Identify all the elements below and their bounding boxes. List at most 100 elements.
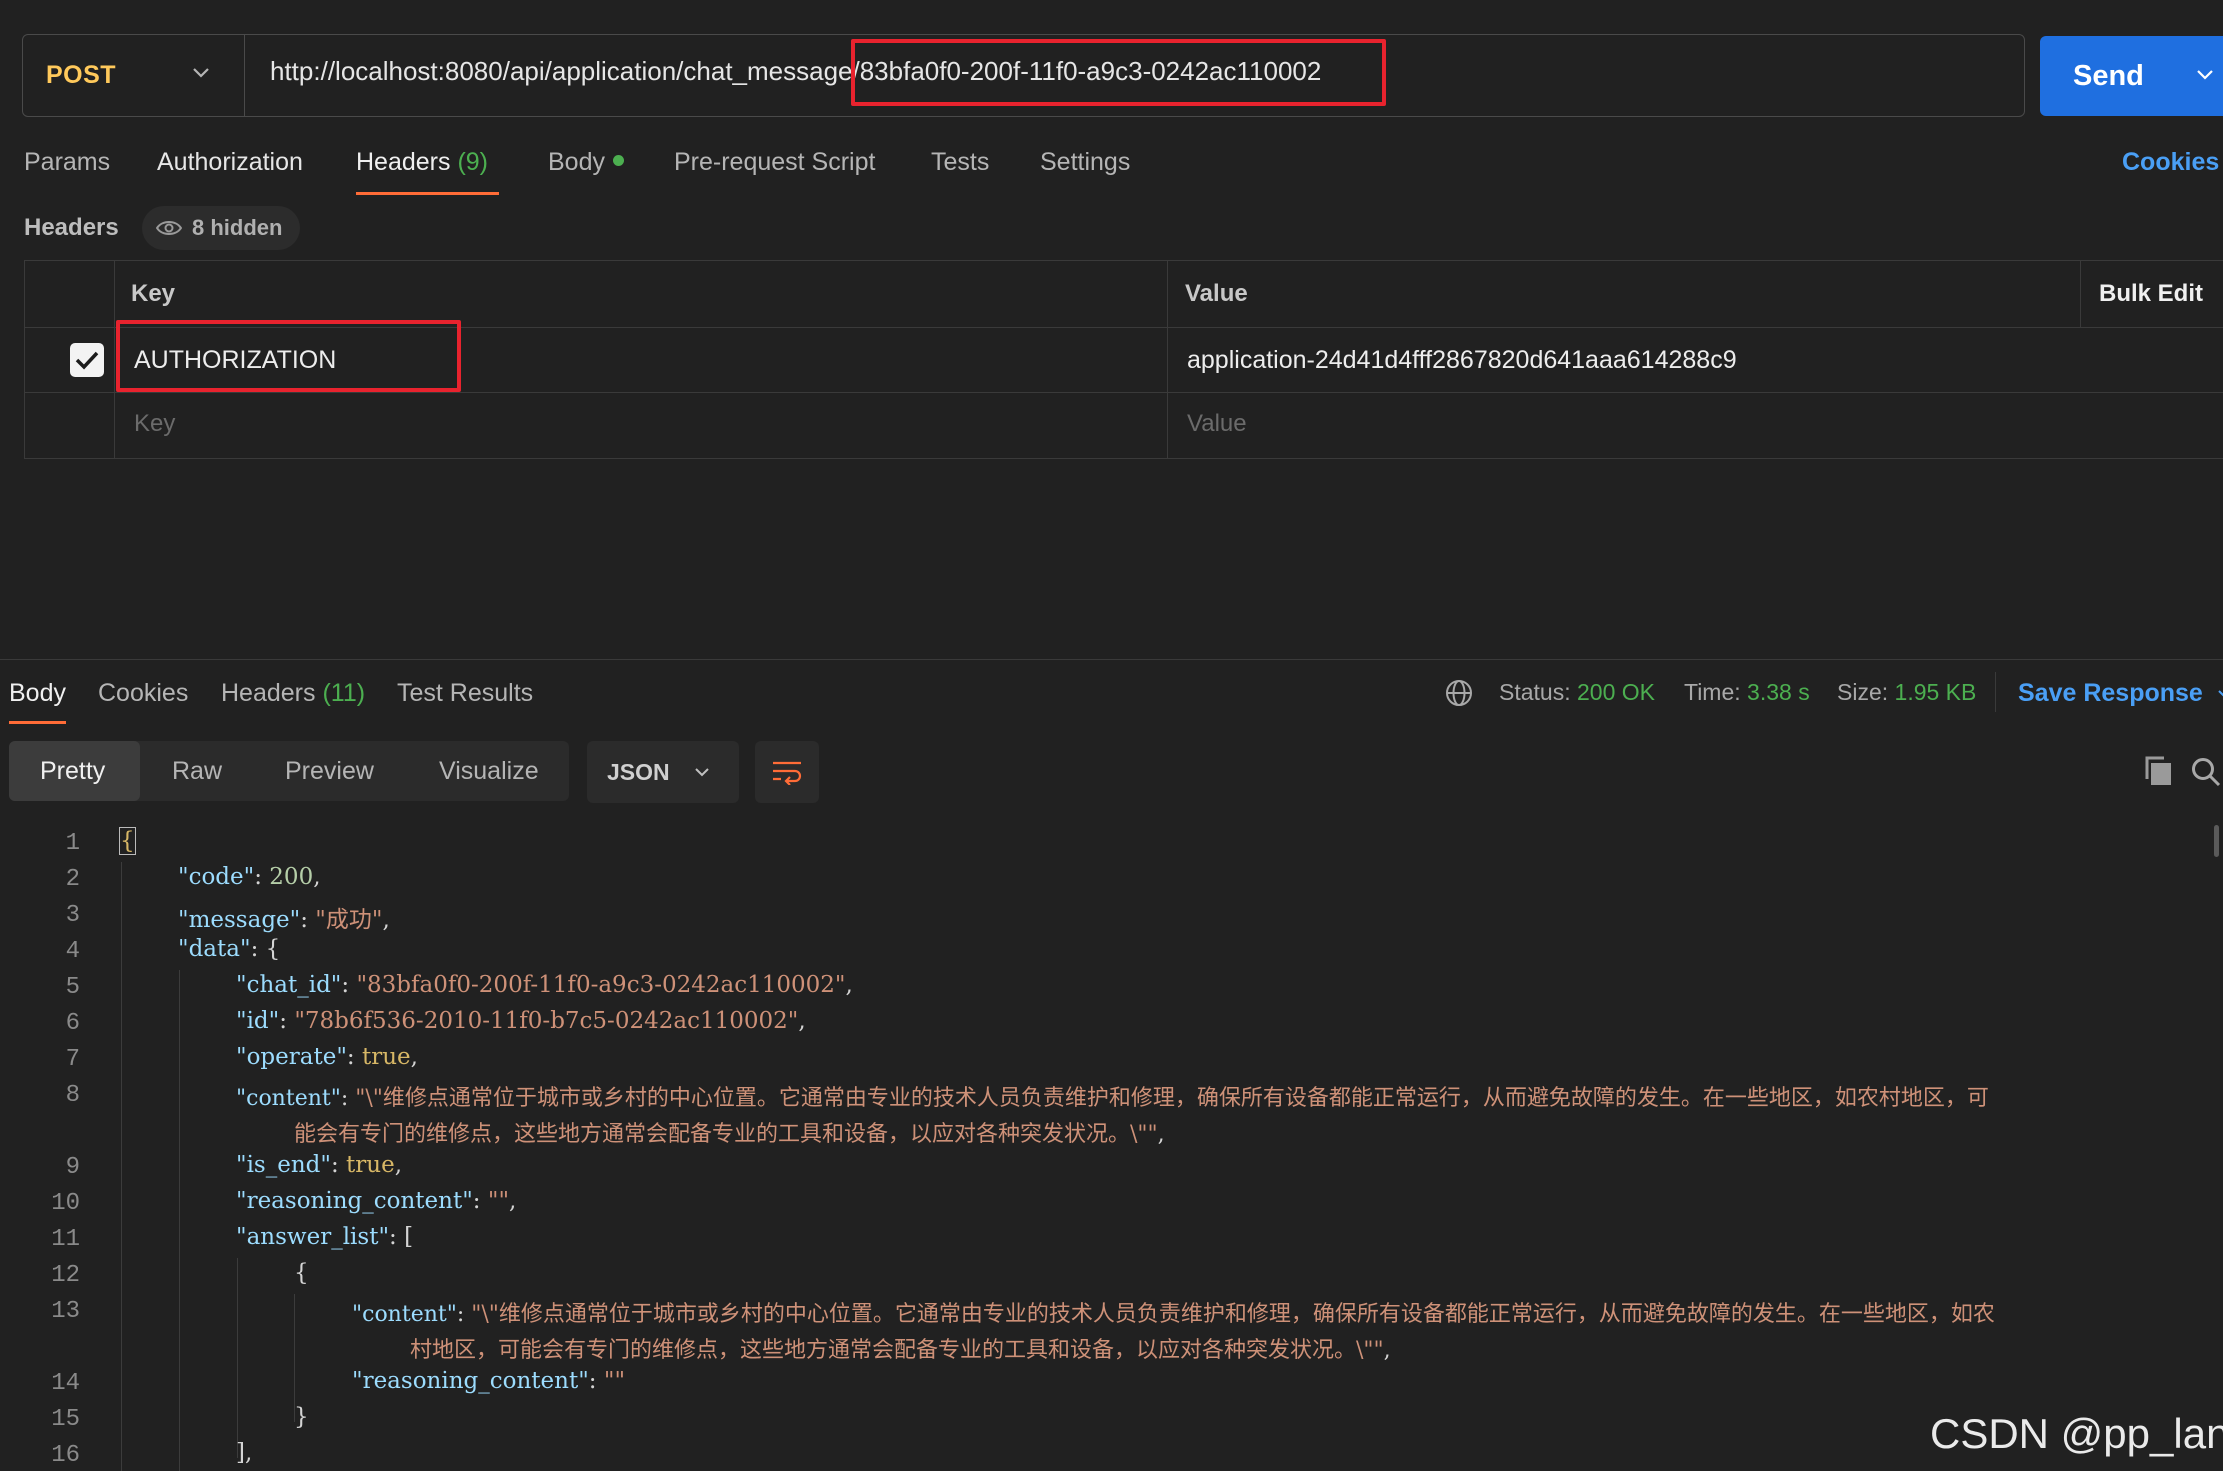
size-value: 1.95 KB bbox=[1894, 679, 1977, 705]
active-resp-tab-underline bbox=[9, 721, 66, 724]
globe-icon[interactable] bbox=[1444, 678, 1474, 708]
line-number: 1 bbox=[65, 830, 80, 857]
json-bracket: } bbox=[294, 1404, 309, 1430]
code-line-2: "code": 200, bbox=[178, 864, 321, 890]
save-response-button[interactable]: Save Response bbox=[2018, 679, 2223, 708]
json-key: "message" bbox=[178, 907, 301, 933]
code-line-14: "reasoning_content": "" bbox=[352, 1368, 626, 1394]
time-readout: Time: 3.38 s bbox=[1684, 679, 1810, 706]
resp-tab-headers[interactable]: Headers (11) bbox=[221, 679, 365, 708]
view-preview[interactable]: Preview bbox=[285, 741, 374, 801]
search-icon[interactable] bbox=[2190, 756, 2222, 788]
method-label: POST bbox=[46, 61, 117, 89]
method-divider bbox=[244, 34, 245, 117]
indent-guide bbox=[121, 862, 122, 1471]
tab-headers[interactable]: Headers (9) bbox=[356, 148, 488, 177]
json-value: "" bbox=[603, 1368, 626, 1394]
json-key: "operate" bbox=[236, 1044, 347, 1070]
line-number: 8 bbox=[65, 1082, 80, 1109]
hidden-headers-toggle[interactable]: 8 hidden bbox=[142, 206, 301, 250]
save-response-label: Save Response bbox=[2018, 679, 2203, 707]
view-raw[interactable]: Raw bbox=[172, 741, 222, 801]
view-pretty[interactable]: Pretty bbox=[40, 741, 105, 801]
code-line-13-wrap: 村地区，可能会有专门的维修点，这些地方通常会配备专业的工具和设备，以应对各种突发… bbox=[410, 1338, 1391, 1363]
tab-settings[interactable]: Settings bbox=[1040, 148, 1130, 177]
table-divider bbox=[2080, 260, 2081, 327]
key-placeholder[interactable]: Key bbox=[134, 410, 175, 438]
code-line-4: "data": { bbox=[178, 936, 281, 962]
json-key: "reasoning_content" bbox=[352, 1368, 589, 1394]
method-select[interactable]: POST bbox=[22, 34, 244, 117]
format-label: JSON bbox=[607, 758, 670, 785]
tab-prerequest[interactable]: Pre-request Script bbox=[674, 148, 875, 177]
table-divider bbox=[24, 392, 2223, 393]
tab-headers-label: Headers bbox=[356, 148, 451, 176]
code-line-8-wrap: 能会有专门的维修点，这些地方通常会配备专业的工具和设备，以应对各种突发状况。\"… bbox=[294, 1122, 1165, 1147]
tab-tests[interactable]: Tests bbox=[931, 148, 989, 177]
cookies-link[interactable]: Cookies bbox=[2122, 148, 2219, 177]
chevron-down-icon bbox=[2218, 690, 2223, 698]
json-key: "answer_list" bbox=[236, 1224, 390, 1250]
line-number: 10 bbox=[51, 1190, 80, 1217]
line-number: 9 bbox=[65, 1154, 80, 1181]
size-label: Size: bbox=[1837, 679, 1889, 705]
json-bracket: [ bbox=[404, 1224, 414, 1250]
indent-guide bbox=[179, 970, 180, 1471]
check-icon bbox=[75, 351, 99, 370]
active-tab-underline bbox=[356, 192, 499, 195]
body-dot-icon bbox=[612, 154, 624, 166]
status-value: 200 OK bbox=[1577, 679, 1655, 705]
line-number: 12 bbox=[51, 1262, 80, 1289]
header-value-cell[interactable]: application-24d41d4fff2867820d641aaa6142… bbox=[1187, 346, 1737, 375]
line-number: 11 bbox=[51, 1226, 80, 1253]
json-value: true bbox=[361, 1044, 411, 1070]
wrap-icon bbox=[773, 761, 802, 785]
json-key: "code" bbox=[178, 864, 255, 890]
send-button[interactable]: Send bbox=[2040, 36, 2223, 116]
line-number: 7 bbox=[65, 1046, 80, 1073]
resp-tab-headers-label: Headers bbox=[221, 679, 316, 707]
code-line-15: } bbox=[294, 1404, 309, 1430]
json-value: "\"维修点通常位于城市或乡村的中心位置。它通常由专业的技术人员负责维护和修理，… bbox=[355, 1086, 1989, 1111]
line-number: 14 bbox=[51, 1370, 80, 1397]
col-value-header: Value bbox=[1185, 280, 1248, 307]
json-value: 村地区，可能会有专门的维修点，这些地方通常会配备专业的工具和设备，以应对各种突发… bbox=[410, 1338, 1384, 1363]
code-line-11: "answer_list": [ bbox=[236, 1224, 414, 1250]
code-line-1: { bbox=[119, 827, 136, 855]
resp-tab-test-results[interactable]: Test Results bbox=[397, 679, 533, 708]
resp-tab-cookies[interactable]: Cookies bbox=[98, 679, 188, 708]
code-line-16: ], bbox=[236, 1440, 252, 1466]
tab-authorization[interactable]: Authorization bbox=[157, 148, 303, 177]
code-line-8: "content": "\"维修点通常位于城市或乡村的中心位置。它通常由专业的技… bbox=[236, 1086, 1989, 1111]
code-line-10: "reasoning_content": "", bbox=[236, 1188, 517, 1214]
tab-body[interactable]: Body bbox=[548, 148, 624, 177]
send-label: Send bbox=[2073, 59, 2144, 92]
json-key: "id" bbox=[236, 1008, 280, 1034]
chevron-down-icon[interactable] bbox=[2194, 64, 2216, 86]
json-value: true bbox=[346, 1152, 395, 1178]
value-placeholder[interactable]: Value bbox=[1187, 410, 1247, 438]
watermark: CSDN @pp_lan bbox=[1930, 1410, 2223, 1457]
status-divider bbox=[1995, 672, 1996, 712]
wrap-lines-button[interactable] bbox=[755, 741, 819, 803]
copy-icon[interactable] bbox=[2143, 755, 2173, 787]
tab-params[interactable]: Params bbox=[24, 148, 110, 177]
json-bracket: ], bbox=[236, 1440, 253, 1466]
json-key: "chat_id" bbox=[236, 972, 342, 998]
url-prefix: http://localhost:8080/api/application/ch… bbox=[270, 56, 853, 86]
json-value: "83bfa0f0-200f-11f0-a9c3-0242ac110002" bbox=[356, 972, 846, 998]
bulk-edit-button[interactable]: Bulk Edit bbox=[2099, 280, 2203, 308]
json-bracket: { bbox=[265, 936, 281, 962]
response-divider bbox=[0, 659, 2223, 660]
code-line-13: "content": "\"维修点通常位于城市或乡村的中心位置。它通常由专业的技… bbox=[352, 1302, 1995, 1327]
line-number: 6 bbox=[65, 1010, 80, 1037]
headers-section-label: Headers bbox=[24, 214, 119, 241]
format-select[interactable]: JSON bbox=[587, 741, 739, 803]
view-visualize[interactable]: Visualize bbox=[439, 741, 539, 801]
code-scrollbar[interactable] bbox=[2214, 825, 2219, 857]
open-brace: { bbox=[119, 827, 136, 855]
header-row-checkbox[interactable] bbox=[70, 343, 104, 377]
json-value: "\"维修点通常位于城市或乡村的中心位置。它通常由专业的技术人员负责维护和修理，… bbox=[471, 1302, 1995, 1327]
json-key: "reasoning_content" bbox=[236, 1188, 473, 1214]
resp-tab-body[interactable]: Body bbox=[9, 679, 66, 708]
